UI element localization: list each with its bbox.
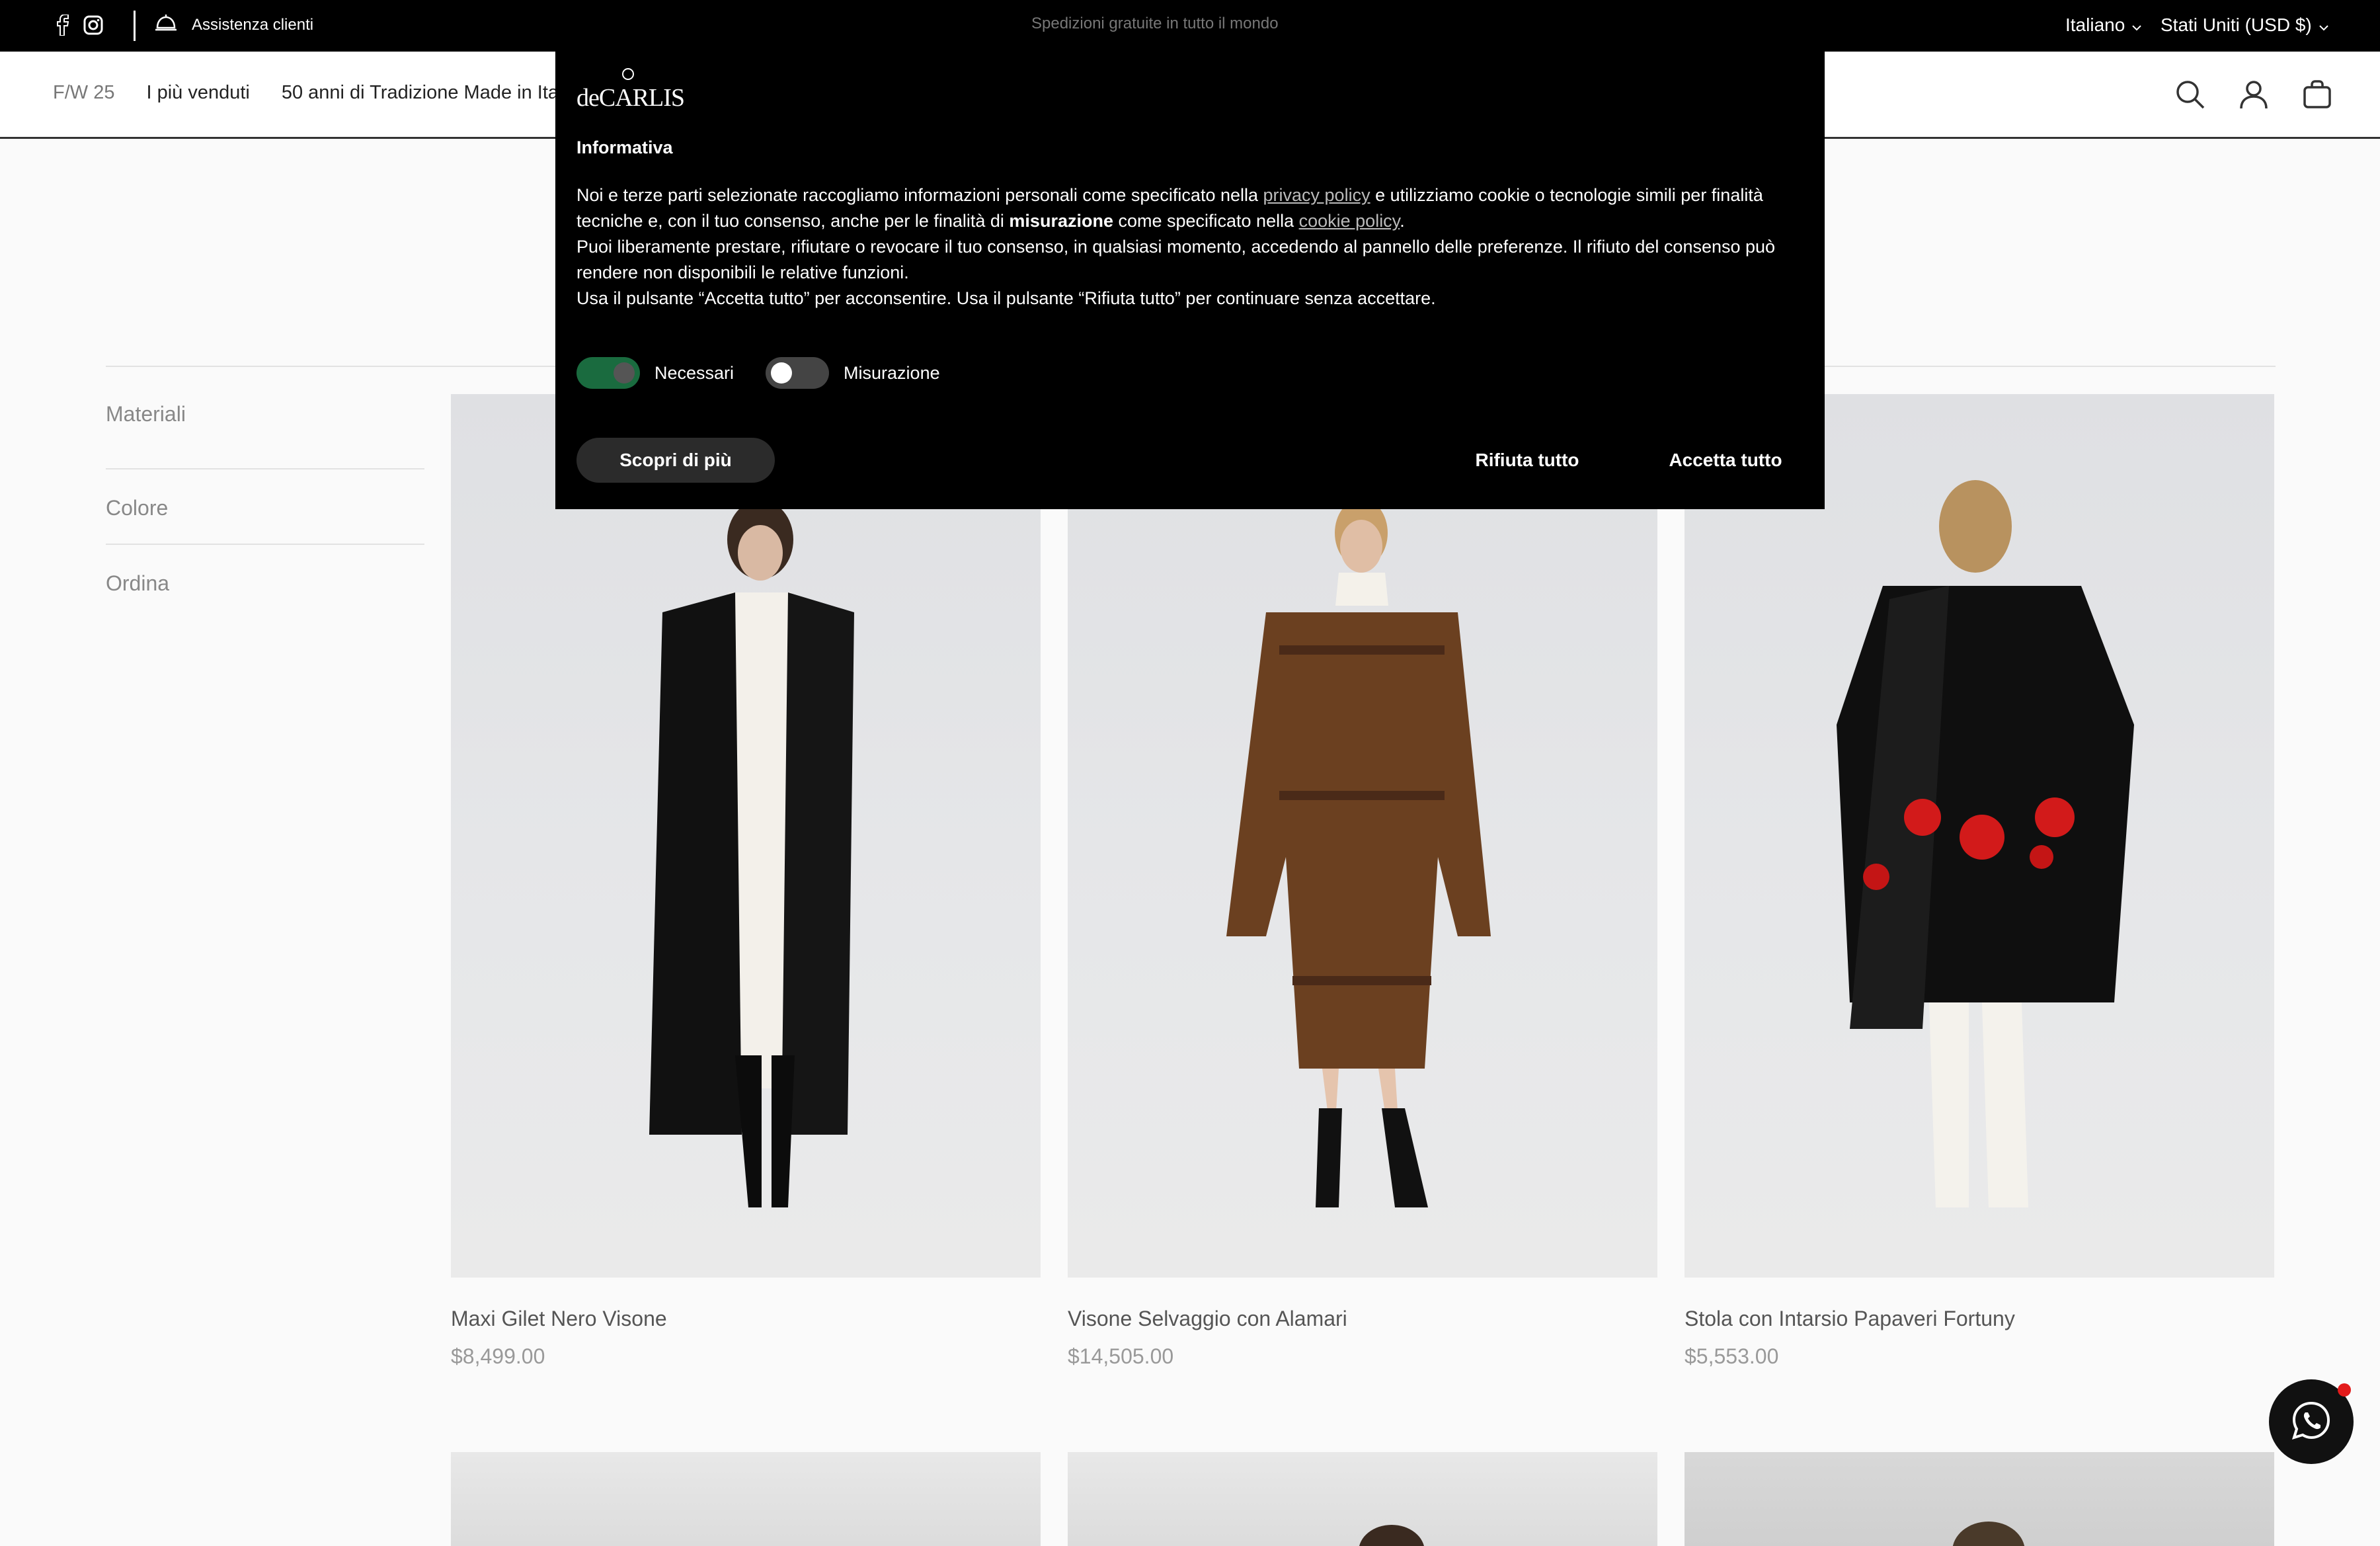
chevron-down-icon (2131, 15, 2142, 36)
accept-all-button[interactable]: Accetta tutto (1646, 438, 1805, 483)
product-name[interactable]: Visone Selvaggio con Alamari (1068, 1307, 1657, 1331)
product-card[interactable]: Maxi Gilet Nero Visone $8,499.00 (451, 394, 1041, 1369)
currency-label: Stati Uniti (USD $) (2161, 15, 2312, 35)
nav-item-bestsellers[interactable]: I più venduti (146, 82, 249, 104)
facebook-icon[interactable] (56, 15, 70, 36)
necessary-label: Necessari (654, 362, 734, 383)
product-image[interactable] (1068, 394, 1657, 1278)
toggle-knob (614, 362, 635, 384)
cookie-consent-dialog: deCARLIS Informativa Noi e terze parti s… (555, 48, 1825, 509)
customer-support-label: Assistenza clienti (192, 15, 314, 34)
product-price: $5,553.00 (1685, 1344, 1779, 1368)
language-selector[interactable]: Italiano (2065, 15, 2142, 36)
instagram-icon[interactable] (83, 15, 103, 35)
product-name[interactable]: Maxi Gilet Nero Visone (451, 1307, 1041, 1331)
notification-dot (2338, 1383, 2351, 1397)
brand-logo: deCARLIS (575, 67, 688, 117)
announcement-text: Spedizioni gratuite in tutto il mondo (1031, 15, 1279, 32)
product-image[interactable] (1068, 1452, 1657, 1546)
cart-icon[interactable] (2301, 78, 2334, 111)
svg-text:deCARLIS: deCARLIS (576, 84, 684, 112)
divider (134, 11, 136, 41)
privacy-policy-link[interactable]: privacy policy (1263, 185, 1370, 205)
product-name[interactable]: Stola con Intarsio Papaveri Fortuny (1685, 1307, 2274, 1331)
product-image[interactable] (1685, 1452, 2274, 1546)
filter-sidebar: Materiali Colore Ordina (106, 394, 424, 620)
learn-more-button[interactable]: Scopri di più (576, 438, 775, 483)
necessary-toggle[interactable] (576, 357, 640, 389)
header-icons (2174, 78, 2334, 111)
cookie-text-part: Noi e terze parti selezionate raccogliam… (576, 185, 1263, 205)
nav-item-fw25[interactable]: F/W 25 (53, 82, 114, 104)
product-image[interactable] (451, 394, 1041, 1278)
cookie-text-part: come specificato nella (1113, 211, 1299, 231)
account-icon[interactable] (2237, 78, 2270, 111)
main-nav: F/W 25 I più venduti 50 anni di Tradizio… (53, 82, 573, 104)
nav-item-tradition[interactable]: 50 anni di Tradizione Made in Italy (282, 82, 573, 104)
cookie-text-part: . (1400, 211, 1405, 231)
product-price: $8,499.00 (451, 1344, 545, 1368)
consent-toggles: Necessari Misurazione (576, 357, 940, 389)
product-image[interactable] (1685, 394, 2274, 1278)
cookie-text-part: Puoi liberamente prestare, rifiutare o r… (576, 237, 1776, 282)
cookie-policy-link[interactable]: cookie policy (1299, 211, 1400, 231)
service-bell-icon (155, 13, 177, 36)
filter-color[interactable]: Colore (106, 469, 424, 545)
customer-support-link[interactable]: Assistenza clienti (155, 13, 313, 36)
measurement-toggle[interactable] (766, 357, 830, 389)
social-links (56, 15, 103, 36)
language-label: Italiano (2065, 15, 2125, 35)
whatsapp-icon (2290, 1399, 2332, 1445)
whatsapp-chat-button[interactable] (2269, 1379, 2354, 1464)
filter-sort[interactable]: Ordina (106, 545, 424, 620)
product-card[interactable]: Stola con Intarsio Papaveri Fortuny $5,5… (1685, 394, 2274, 1369)
reject-all-button[interactable]: Rifiuta tutto (1448, 438, 1606, 483)
cookie-text-part: Usa il pulsante “Accetta tutto” per acco… (576, 288, 1436, 308)
cookie-text: Noi e terze parti selezionate raccogliam… (576, 183, 1806, 311)
product-price: $14,505.00 (1068, 1344, 1174, 1368)
measurement-label: Misurazione (844, 362, 940, 383)
cookie-title: Informativa (576, 138, 673, 157)
product-card[interactable]: Visone Selvaggio con Alamari $14,505.00 (1068, 394, 1657, 1369)
toggle-knob (771, 362, 793, 384)
chevron-down-icon (2319, 15, 2329, 36)
cookie-text-bold: misurazione (1009, 211, 1113, 231)
currency-selector[interactable]: Stati Uniti (USD $) (2161, 15, 2329, 36)
product-image[interactable] (451, 1452, 1041, 1546)
announcement-bar: Assistenza clienti Spedizioni gratuite i… (0, 0, 2380, 52)
filter-materials[interactable]: Materiali (106, 394, 424, 469)
search-icon[interactable] (2174, 78, 2207, 111)
